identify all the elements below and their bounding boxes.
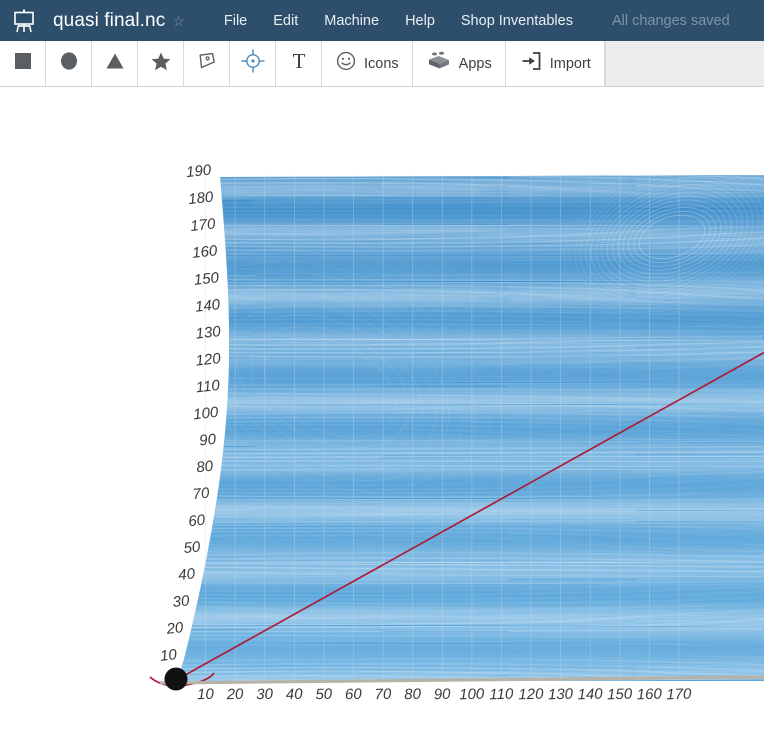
svg-text:30: 30 [172, 592, 191, 611]
tool-icons[interactable]: Icons [322, 41, 413, 86]
toolpath-preview-svg[interactable]: 1020304050607080901001101201301401501601… [0, 87, 764, 752]
smiley-face-icon [335, 50, 357, 77]
svg-text:110: 110 [489, 686, 514, 704]
tool-pen[interactable] [184, 41, 230, 86]
triangle-shape-icon [104, 50, 126, 77]
svg-text:150: 150 [193, 269, 220, 289]
svg-text:50: 50 [315, 686, 333, 704]
tool-crosshair[interactable] [230, 41, 276, 86]
lego-brick-icon [426, 49, 452, 78]
svg-text:100: 100 [192, 404, 219, 424]
menu-file[interactable]: File [211, 13, 260, 29]
square-shape-icon [12, 50, 34, 77]
menu-shop-inventables[interactable]: Shop Inventables [448, 13, 586, 29]
svg-text:20: 20 [225, 686, 244, 704]
svg-text:90: 90 [434, 686, 452, 704]
star-outline-icon[interactable]: ☆ [172, 14, 185, 28]
svg-text:150: 150 [607, 686, 633, 704]
svg-text:70: 70 [374, 686, 392, 704]
tool-apps[interactable]: Apps [412, 41, 506, 86]
svg-text:180: 180 [187, 188, 214, 208]
svg-text:170: 170 [190, 215, 217, 235]
tool-triangle[interactable] [92, 41, 138, 86]
tool-apps-label: Apps [458, 55, 492, 72]
svg-text:120: 120 [195, 350, 222, 370]
star-shape-icon [150, 50, 172, 77]
svg-text:90: 90 [198, 431, 217, 450]
svg-text:130: 130 [195, 323, 222, 343]
svg-text:50: 50 [183, 538, 202, 557]
svg-text:30: 30 [256, 686, 274, 704]
document-title[interactable]: quasi final.nc [53, 10, 165, 32]
svg-text:40: 40 [177, 565, 196, 584]
tool-import-label: Import [549, 55, 591, 72]
circle-shape-icon [58, 50, 80, 77]
svg-text:80: 80 [195, 458, 214, 477]
main-menu-bar: File Edit Machine Help Shop Inventables [211, 13, 586, 29]
toolbar-empty-area [604, 41, 764, 86]
tool-icons-label: Icons [364, 55, 399, 72]
text-tool-icon: T [288, 49, 310, 78]
svg-text:160: 160 [636, 686, 662, 704]
origin-marker[interactable] [164, 667, 188, 691]
crosshair-target-icon [240, 48, 266, 79]
svg-text:120: 120 [518, 686, 544, 704]
tool-square[interactable] [0, 41, 46, 86]
svg-text:70: 70 [192, 485, 211, 504]
menu-help[interactable]: Help [392, 13, 448, 29]
tool-star[interactable] [138, 41, 184, 86]
import-arrow-icon [519, 49, 543, 78]
menu-machine[interactable]: Machine [311, 13, 392, 29]
svg-text:130: 130 [548, 686, 574, 704]
svg-text:110: 110 [195, 377, 221, 396]
shape-toolbar: T Icons Apps Import [0, 41, 764, 87]
svg-text:40: 40 [286, 686, 304, 704]
svg-text:10: 10 [159, 646, 178, 665]
save-status-text: All changes saved [611, 12, 730, 29]
svg-text:20: 20 [165, 619, 185, 638]
svg-text:160: 160 [191, 242, 218, 262]
tool-text[interactable]: T [276, 41, 322, 86]
svg-text:100: 100 [459, 686, 485, 704]
svg-text:60: 60 [188, 511, 207, 530]
svg-text:80: 80 [404, 686, 422, 704]
svg-text:10: 10 [197, 686, 215, 704]
x-axis-tick-labels: 10 20 30 40 50 60 70 80 90 100 110 120 130 140 150 160 1… [197, 686, 693, 704]
svg-text:140: 140 [577, 686, 603, 704]
easel-app-window: quasi final.nc ☆ File Edit Machine Help … [0, 0, 764, 752]
menu-edit[interactable]: Edit [260, 13, 311, 29]
svg-text:190: 190 [185, 162, 212, 182]
svg-text:140: 140 [194, 296, 221, 316]
svg-text:T: T [292, 49, 305, 73]
svg-text:170: 170 [666, 686, 692, 704]
svg-text:60: 60 [345, 686, 363, 704]
app-header-bar: quasi final.nc ☆ File Edit Machine Help … [0, 0, 764, 41]
design-canvas[interactable]: 10 20 30 40 50 60 70 80 90 100 110 120 130 140 150 160 1… [0, 87, 764, 752]
easel-logo-icon[interactable] [0, 0, 48, 41]
tool-import[interactable]: Import [505, 41, 605, 86]
pen-path-icon [195, 49, 219, 78]
tool-circle[interactable] [46, 41, 92, 86]
